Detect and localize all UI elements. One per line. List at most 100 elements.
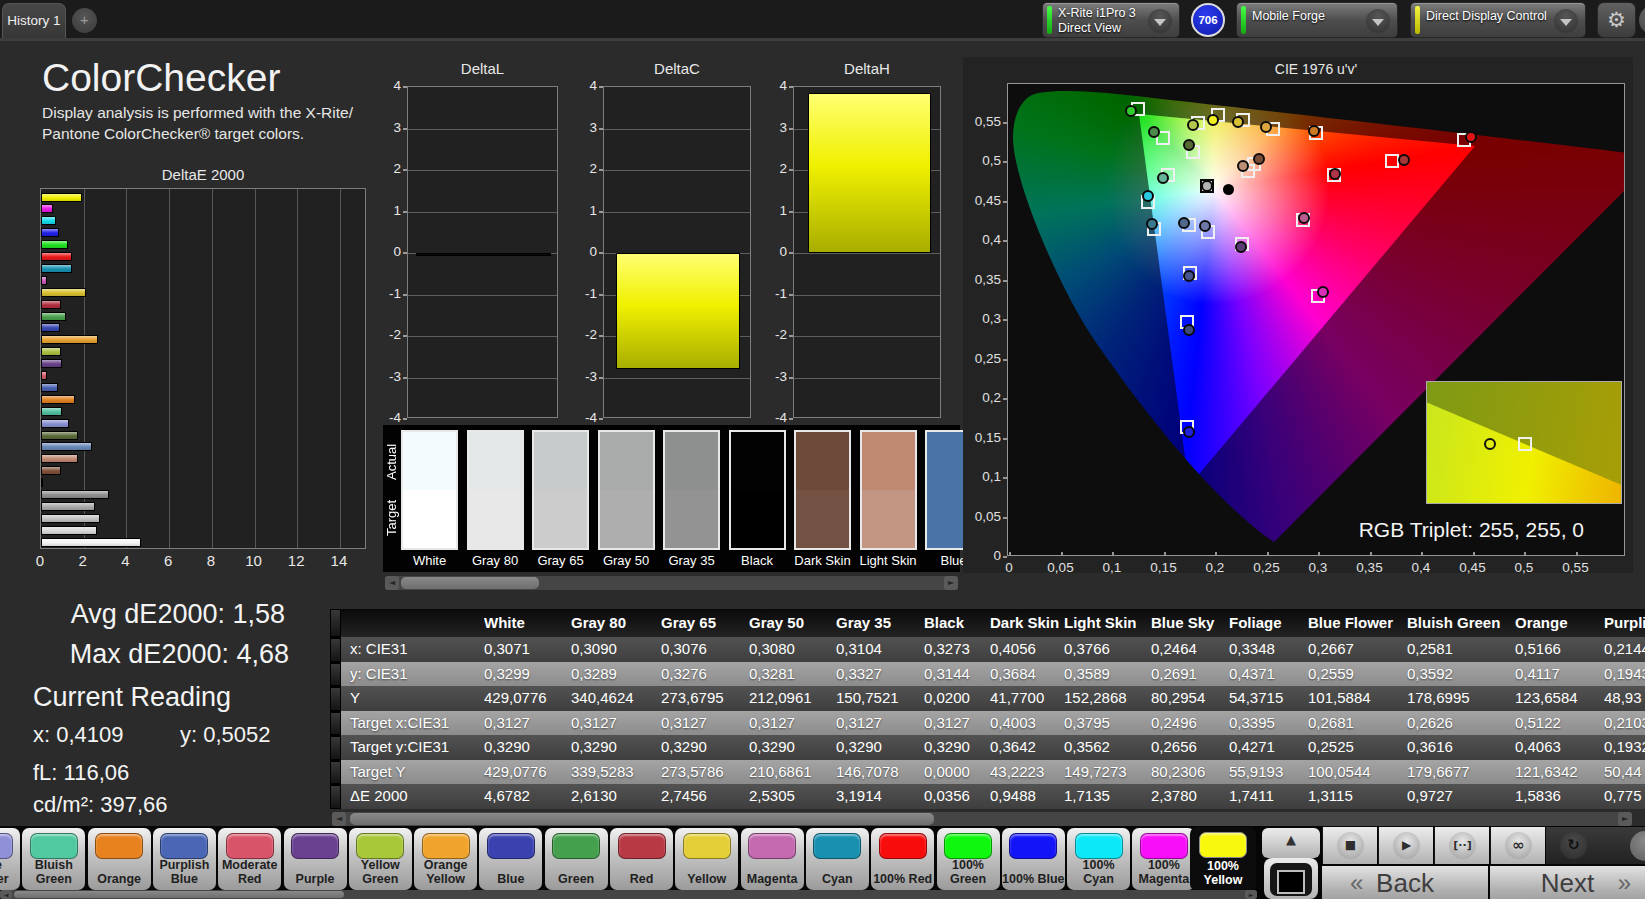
patch-button-100% Blue[interactable]: 100% Blue: [1002, 828, 1065, 890]
step-button[interactable]: [··]: [1434, 827, 1489, 864]
patch-button-Magenta[interactable]: Magenta: [741, 828, 804, 890]
patch-button-Yellow Green[interactable]: Yellow Green: [349, 828, 412, 890]
overflow-button[interactable]: [1639, 5, 1645, 35]
cie-ytick-mark: [1003, 240, 1007, 242]
gear-icon[interactable]: ⚙: [1597, 2, 1636, 38]
table-cell: 178,6995: [1407, 686, 1515, 711]
refresh-button[interactable]: ↻: [1560, 832, 1587, 859]
table-column-header-Purplish Blue: Purplish Blue: [1604, 609, 1645, 637]
patch-scrollbar[interactable]: ◄►: [0, 890, 1257, 899]
ytick-mark: [599, 128, 603, 130]
loop-button[interactable]: ∞: [1490, 827, 1545, 864]
table-cell: 1,5836: [1515, 784, 1604, 809]
patch-button-100% Red[interactable]: 100% Red: [871, 828, 934, 890]
patch-button-100% Cyan[interactable]: 100% Cyan: [1067, 828, 1130, 890]
patch-button-Cyan[interactable]: Cyan: [806, 828, 869, 890]
table-cell: 2,3780: [1151, 784, 1229, 809]
scroll-left-icon[interactable]: ◄: [332, 812, 346, 826]
patch-button-Purple[interactable]: Purple: [284, 828, 347, 890]
chevron-down-icon[interactable]: [1366, 9, 1390, 33]
ytick-mark: [599, 252, 603, 254]
step-button-icon: [··]: [1449, 832, 1476, 859]
window-pattern-button[interactable]: [1264, 858, 1318, 899]
patch-button-Bluish Green[interactable]: Bluish Green: [22, 828, 85, 890]
measured-marker-Yellow: [1232, 116, 1244, 128]
patch-button-Orange[interactable]: Orange: [88, 828, 151, 890]
table-cell: 0,4371: [1229, 662, 1308, 687]
current-y-value: y: 0,5052: [180, 722, 271, 748]
patch-button-Green[interactable]: Green: [545, 828, 608, 890]
patch-swatch: [1140, 833, 1188, 859]
DeltaH-title: DeltaH: [793, 60, 941, 77]
scroll-right-icon[interactable]: ►: [1245, 890, 1257, 899]
table-cell: 0,3642: [990, 735, 1064, 760]
expand-patch-list-button[interactable]: ▲: [1262, 828, 1320, 858]
ytick-label: -1: [573, 286, 597, 301]
scroll-right-icon[interactable]: ►: [944, 576, 958, 590]
swatch-target: [862, 490, 915, 548]
patch-label: Blue Flower: [0, 859, 20, 886]
deltae-bar-Foliage: [41, 431, 78, 440]
patch-label: Purple: [284, 873, 347, 887]
swatch-Gray 50: [598, 430, 655, 550]
patch-button-Orange Yellow[interactable]: Orange Yellow: [414, 828, 477, 890]
scroll-thumb[interactable]: [350, 813, 934, 825]
table-cell: 0,9488: [990, 784, 1064, 809]
table-cell: 2,7456: [661, 784, 749, 809]
table-cell: 0,2496: [1151, 711, 1229, 736]
scroll-left-icon[interactable]: ◄: [0, 890, 12, 899]
deltae-bar-Red: [41, 300, 61, 309]
meter-count-badge[interactable]: 706: [1191, 3, 1225, 37]
patch-button-Moderate Red[interactable]: Moderate Red: [218, 828, 281, 890]
cie-ytick-mark: [1003, 438, 1007, 440]
row-handle: [331, 688, 340, 710]
back-button[interactable]: «Back: [1322, 866, 1488, 899]
scroll-thumb[interactable]: [14, 891, 344, 898]
table-cell: 0,3290: [836, 735, 924, 760]
partial-knob[interactable]: [1630, 831, 1645, 861]
scroll-thumb[interactable]: [401, 577, 539, 589]
patch-swatch: [30, 833, 78, 859]
ytick-label: -4: [377, 410, 401, 425]
play-button-icon: ▶: [1393, 832, 1420, 859]
patch-button-100% Green[interactable]: 100% Green: [937, 828, 1000, 890]
display-control-dropdown[interactable]: Direct Display Control: [1410, 2, 1586, 38]
pattern-source-dropdown[interactable]: Mobile Forge: [1236, 2, 1398, 38]
table-cell: 0,3395: [1229, 711, 1308, 736]
patch-button-100% Magenta[interactable]: 100% Magenta: [1132, 828, 1195, 890]
patch-label: 100% Red: [871, 873, 934, 887]
row-handle: [331, 664, 340, 686]
ytick-label: 0: [377, 244, 401, 259]
tab-history-1[interactable]: History 1: [2, 3, 66, 40]
chevron-down-icon[interactable]: [1554, 9, 1578, 33]
meter-dropdown[interactable]: X-Rite i1Pro 3 Direct View: [1042, 2, 1180, 38]
add-tab-button[interactable]: +: [72, 8, 97, 33]
scroll-right-icon[interactable]: ►: [1618, 812, 1632, 826]
measured-marker-Blue Flower: [1199, 220, 1211, 232]
next-button[interactable]: Next»: [1490, 866, 1645, 899]
scroll-left-icon[interactable]: ◄: [385, 576, 399, 590]
swatch-scrollbar[interactable]: ◄►: [385, 576, 958, 590]
patch-swatch: [879, 833, 927, 859]
row-handle: [331, 610, 340, 636]
display-control-name: Direct Display Control: [1426, 9, 1547, 24]
patch-button-Blue[interactable]: Blue: [479, 828, 542, 890]
patch-button-100% Yellow[interactable]: 100% Yellow: [1190, 827, 1256, 891]
table-column-header-Foliage: Foliage: [1229, 609, 1308, 637]
ytick-mark: [599, 294, 603, 296]
patch-button-Yellow[interactable]: Yellow: [675, 828, 738, 890]
cie-ytick-mark: [1003, 161, 1007, 163]
table-cell: 0,2581: [1407, 637, 1515, 662]
patch-button-Blue Flower[interactable]: Blue Flower: [0, 828, 20, 890]
table-scrollbar[interactable]: ◄►: [332, 812, 1632, 826]
deltae-bar-100% Magenta: [41, 204, 53, 213]
patch-button-Red[interactable]: Red: [610, 828, 673, 890]
table-cell: 0,3127: [571, 711, 661, 736]
play-button[interactable]: ▶: [1378, 827, 1433, 864]
cie-ytick-mark: [1003, 517, 1007, 519]
swatch-actual: [403, 432, 456, 490]
chevron-down-icon[interactable]: [1148, 9, 1172, 33]
deltae-bar-Orange: [41, 395, 75, 404]
patch-button-Purplish Blue[interactable]: Purplish Blue: [153, 828, 216, 890]
stop-button[interactable]: ■: [1322, 827, 1377, 864]
